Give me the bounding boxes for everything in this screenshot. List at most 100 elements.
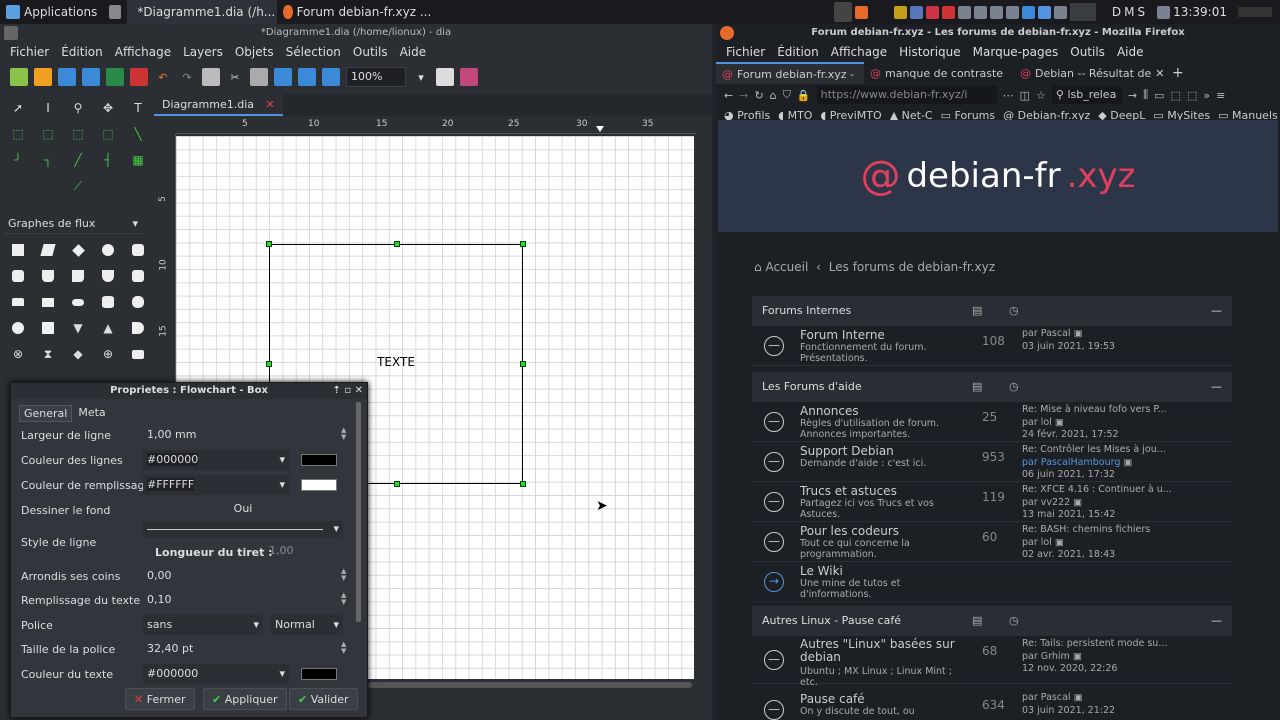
open-icon[interactable] [34, 68, 52, 86]
text-color-swatch[interactable] [301, 668, 337, 680]
indicator-m[interactable]: M [1124, 5, 1134, 19]
home-icon[interactable]: ⌂ [770, 89, 777, 102]
fill-color-combo[interactable]: #FFFFFF ▾ [143, 475, 289, 495]
back-icon[interactable]: ← [724, 89, 733, 102]
tab-contrast[interactable]: @ manque de contraste [864, 62, 1014, 84]
maximize-icon[interactable]: ▫ [344, 385, 351, 396]
font-style-combo[interactable]: Normal ▾ [271, 615, 343, 635]
workspace-1[interactable] [833, 2, 852, 22]
flowchart-collate-icon[interactable]: ⧗ [38, 344, 58, 364]
zigzag-tool-icon[interactable]: ┐ [38, 150, 58, 170]
flowchart-shape-icon[interactable] [128, 318, 148, 338]
menu-aide[interactable]: Aide [400, 45, 427, 59]
tray-app-icon[interactable] [973, 5, 987, 19]
flowchart-document-icon[interactable] [38, 266, 58, 286]
menu-edition[interactable]: Édition [61, 45, 103, 59]
show-desktop-icon[interactable] [103, 0, 127, 24]
dialog-scrollbar[interactable] [356, 402, 361, 622]
volume-icon[interactable] [1157, 5, 1171, 19]
download-icon[interactable] [1037, 5, 1051, 19]
menu-historique[interactable]: Historique [899, 45, 961, 59]
close-tab-icon[interactable]: ✕ [266, 98, 275, 111]
menu-marque-pages[interactable]: Marque-pages [973, 45, 1059, 59]
print-icon[interactable] [130, 68, 148, 86]
lock-icon[interactable]: 🔒 [797, 89, 811, 102]
collapse-icon[interactable]: — [1211, 372, 1222, 402]
bezier-tool-icon[interactable]: ┤ [98, 150, 118, 170]
menu-affichage[interactable]: Affichage [831, 45, 887, 59]
zoom-fit-icon[interactable] [298, 68, 316, 86]
network-icon[interactable] [1005, 5, 1019, 19]
snap-object-icon[interactable] [460, 68, 478, 86]
flowchart-diamond-icon[interactable] [68, 240, 88, 260]
paste-icon[interactable] [250, 68, 268, 86]
menu-outils[interactable]: Outils [1070, 45, 1105, 59]
sheet-selector[interactable]: Graphes de flux ▾ [4, 214, 144, 234]
forum-title[interactable]: Support Debian [800, 444, 894, 458]
copy-icon[interactable] [202, 68, 220, 86]
resize-handle[interactable] [520, 241, 526, 247]
forum-title[interactable]: Forum Interne [800, 328, 885, 342]
forum-title[interactable]: Pour les codeurs [800, 524, 899, 538]
tab-diagramme1[interactable]: Diagramme1.dia ✕ [154, 94, 283, 116]
outline-tool-icon[interactable]: ⟋ [68, 176, 88, 196]
flowchart-shape-icon[interactable] [98, 292, 118, 312]
flowchart-shape-icon[interactable] [128, 344, 148, 364]
image-tool-icon[interactable]: ▦ [128, 150, 148, 170]
font-combo[interactable]: sans ▾ [143, 615, 263, 635]
flowchart-shape-icon[interactable] [98, 266, 118, 286]
spin-buttons[interactable]: ▲ ▼ [341, 592, 346, 606]
tray-app-icon[interactable] [909, 5, 923, 19]
pocket-icon[interactable]: ◫ [1020, 89, 1030, 102]
flowchart-sort-icon[interactable]: ◆ [68, 344, 88, 364]
tray-app-icon[interactable] [893, 5, 907, 19]
flowchart-circle-icon[interactable] [8, 318, 28, 338]
overflow-icon[interactable]: » [1203, 89, 1210, 102]
close-button[interactable]: ✕ Fermer [125, 688, 195, 710]
cut-icon[interactable]: ✂ [226, 68, 244, 86]
apply-button[interactable]: ✔ Appliquer [203, 688, 287, 710]
arc-tool-icon[interactable]: ╯ [8, 150, 28, 170]
url-bar[interactable]: https://www.debian-fr.xyz/i [816, 86, 997, 104]
menu-affichage[interactable]: Affichage [115, 45, 171, 59]
page-actions-icon[interactable]: ⋯ [1003, 89, 1014, 102]
forward-icon[interactable]: → [739, 89, 748, 102]
flowchart-shape-icon[interactable] [38, 292, 58, 312]
line-color-combo[interactable]: #000000 ▾ [143, 450, 289, 470]
menu-aide[interactable]: Aide [1117, 45, 1144, 59]
text-padding-input[interactable]: 0,10 [147, 590, 172, 610]
canvas-hscrollbar[interactable] [368, 682, 692, 688]
forum-title[interactable]: Autres "Linux" basées sur debian [800, 638, 960, 664]
fill-color-swatch[interactable] [301, 479, 337, 491]
tray-app-icon[interactable] [989, 5, 1003, 19]
search-bar[interactable]: ⚲ lsb_relea [1051, 86, 1122, 104]
resize-handle[interactable] [394, 481, 400, 487]
calendar-icon[interactable] [941, 5, 955, 19]
shield-icon[interactable]: ⛉ [783, 88, 791, 102]
new-icon[interactable] [10, 68, 28, 86]
flowchart-shape-icon[interactable] [128, 292, 148, 312]
zoom-out-icon[interactable] [322, 68, 340, 86]
polygon-tool-icon[interactable]: ⬚ [68, 124, 88, 144]
indicator-s[interactable]: S [1137, 5, 1145, 19]
export-icon[interactable] [106, 68, 124, 86]
text-cursor-tool-icon[interactable]: I [38, 98, 58, 118]
box-text[interactable]: TEXTE [270, 355, 522, 369]
chevron-down-icon[interactable]: ▾ [412, 68, 430, 86]
save-icon[interactable] [58, 68, 76, 86]
dia-titlebar[interactable]: *Diagramme1.dia (/home/lionux) - dia [0, 24, 712, 42]
menu-fichier[interactable]: Fichier [10, 45, 49, 59]
flowchart-octagon-icon[interactable] [128, 240, 148, 260]
flowchart-summing-icon[interactable]: ⊕ [98, 344, 118, 364]
reload-icon[interactable]: ↻ [754, 89, 763, 102]
resize-handle[interactable] [520, 361, 526, 367]
beziergon-tool-icon[interactable]: ⬚ [98, 124, 118, 144]
user-label[interactable] [1238, 7, 1272, 17]
text-color-combo[interactable]: #000000 ▾ [143, 664, 289, 684]
breadcrumb-current[interactable]: Les forums de debian-fr.xyz [829, 260, 995, 274]
save-as-icon[interactable] [82, 68, 100, 86]
undo-icon[interactable]: ↶ [154, 68, 172, 86]
menu-layers[interactable]: Layers [183, 45, 223, 59]
tab-general[interactable]: General [19, 405, 73, 422]
corner-radius-input[interactable]: 0,00 [147, 566, 172, 586]
